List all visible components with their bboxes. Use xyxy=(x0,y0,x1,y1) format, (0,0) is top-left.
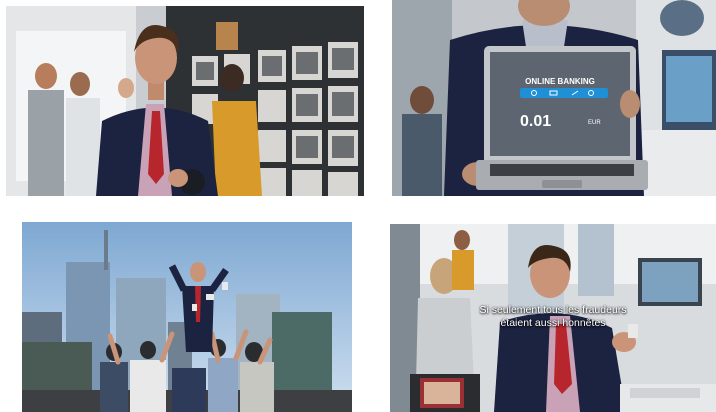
subtitle-scene-frame: Si seulement tous les fraudeurs étaient … xyxy=(390,224,716,412)
subtitle-line-2: étaient aussi honnêtes xyxy=(500,317,606,329)
collage: ONLINE BANKING 0.01 EUR Si seulement tou… xyxy=(0,0,716,412)
rooftop-scene-image xyxy=(22,222,352,412)
online-banking-title: ONLINE BANKING xyxy=(525,77,595,86)
office-scene-frame xyxy=(6,6,364,196)
laptop-scene-frame: ONLINE BANKING 0.01 EUR xyxy=(392,0,716,196)
laptop-scene-image: ONLINE BANKING 0.01 EUR xyxy=(392,0,716,196)
balance-amount: 0.01 xyxy=(520,113,551,130)
rooftop-scene-frame xyxy=(22,222,352,412)
office-scene-image xyxy=(6,6,364,196)
balance-currency: EUR xyxy=(588,120,601,126)
subtitle-line-1: Si seulement tous les fraudeurs xyxy=(479,304,627,316)
banking-menu-bar xyxy=(520,88,608,98)
subtitle-caption: Si seulement tous les fraudeurs étaient … xyxy=(390,304,716,330)
